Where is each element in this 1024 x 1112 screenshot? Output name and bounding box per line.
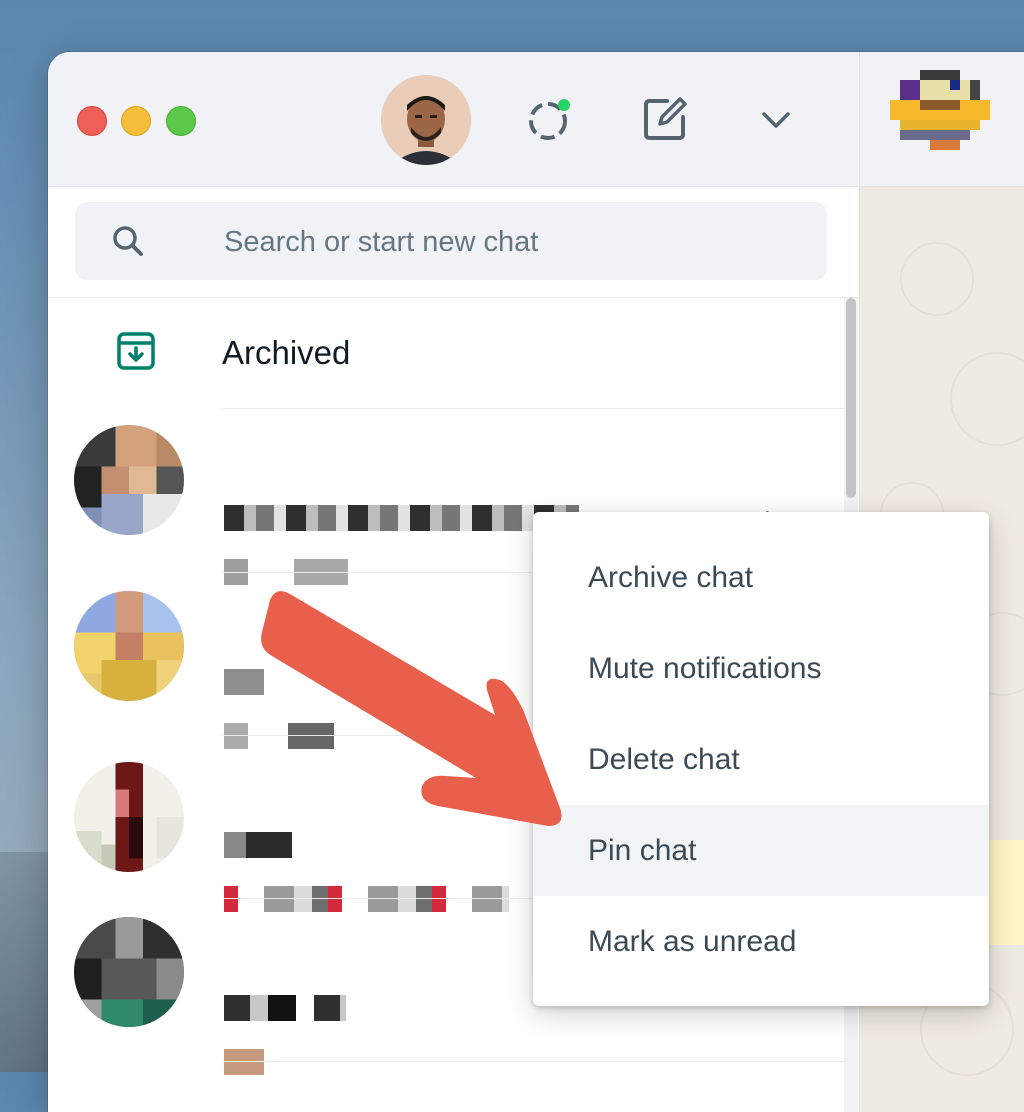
menu-item-mark-as-unread[interactable]: Mark as unread bbox=[533, 896, 989, 987]
close-window-button[interactable] bbox=[77, 106, 107, 136]
menu-item-pin-chat[interactable]: Pin chat bbox=[533, 805, 989, 896]
chat-title-redacted bbox=[224, 995, 346, 1021]
conversation-header bbox=[860, 52, 1024, 187]
archived-label: Archived bbox=[222, 334, 351, 371]
archived-row[interactable]: Archived bbox=[48, 298, 844, 408]
chat-title-redacted bbox=[224, 669, 264, 695]
search-input[interactable] bbox=[222, 202, 786, 282]
chat-title-redacted bbox=[224, 505, 579, 531]
search-icon bbox=[111, 224, 145, 258]
contact-avatar bbox=[74, 425, 184, 535]
scrollbar-thumb[interactable] bbox=[846, 298, 856, 498]
chevron-down-icon[interactable] bbox=[758, 104, 794, 136]
maximize-window-button[interactable] bbox=[166, 106, 196, 136]
chat-preview-redacted bbox=[224, 1049, 264, 1075]
contact-avatar bbox=[74, 917, 184, 1027]
search-bar[interactable] bbox=[75, 202, 827, 282]
pixelated-avatar-image bbox=[74, 425, 184, 535]
minimize-window-button[interactable] bbox=[121, 106, 151, 136]
status-icon[interactable] bbox=[526, 96, 574, 144]
sidebar-header bbox=[48, 52, 858, 187]
chat-title-redacted bbox=[224, 832, 292, 858]
profile-photo bbox=[381, 75, 471, 165]
profile-avatar[interactable] bbox=[381, 75, 471, 165]
pixelated-avatar-image bbox=[74, 591, 184, 701]
menu-item-mute-notifications[interactable]: Mute notifications bbox=[533, 623, 989, 714]
archive-box-icon bbox=[116, 331, 156, 371]
menu-item-archive-chat[interactable]: Archive chat bbox=[533, 532, 989, 623]
row-divider bbox=[222, 1061, 844, 1062]
contact-avatar bbox=[74, 762, 184, 872]
menu-item-delete-chat[interactable]: Delete chat bbox=[533, 714, 989, 805]
pixelated-avatar-image bbox=[74, 762, 184, 872]
new-chat-icon[interactable] bbox=[640, 94, 690, 144]
chat-context-menu: Archive chat Mute notifications Delete c… bbox=[533, 512, 989, 1006]
pixelated-avatar-image bbox=[890, 70, 990, 150]
pixelated-avatar-image bbox=[74, 917, 184, 1027]
conversation-avatar[interactable] bbox=[890, 70, 990, 170]
contact-avatar bbox=[74, 591, 184, 701]
